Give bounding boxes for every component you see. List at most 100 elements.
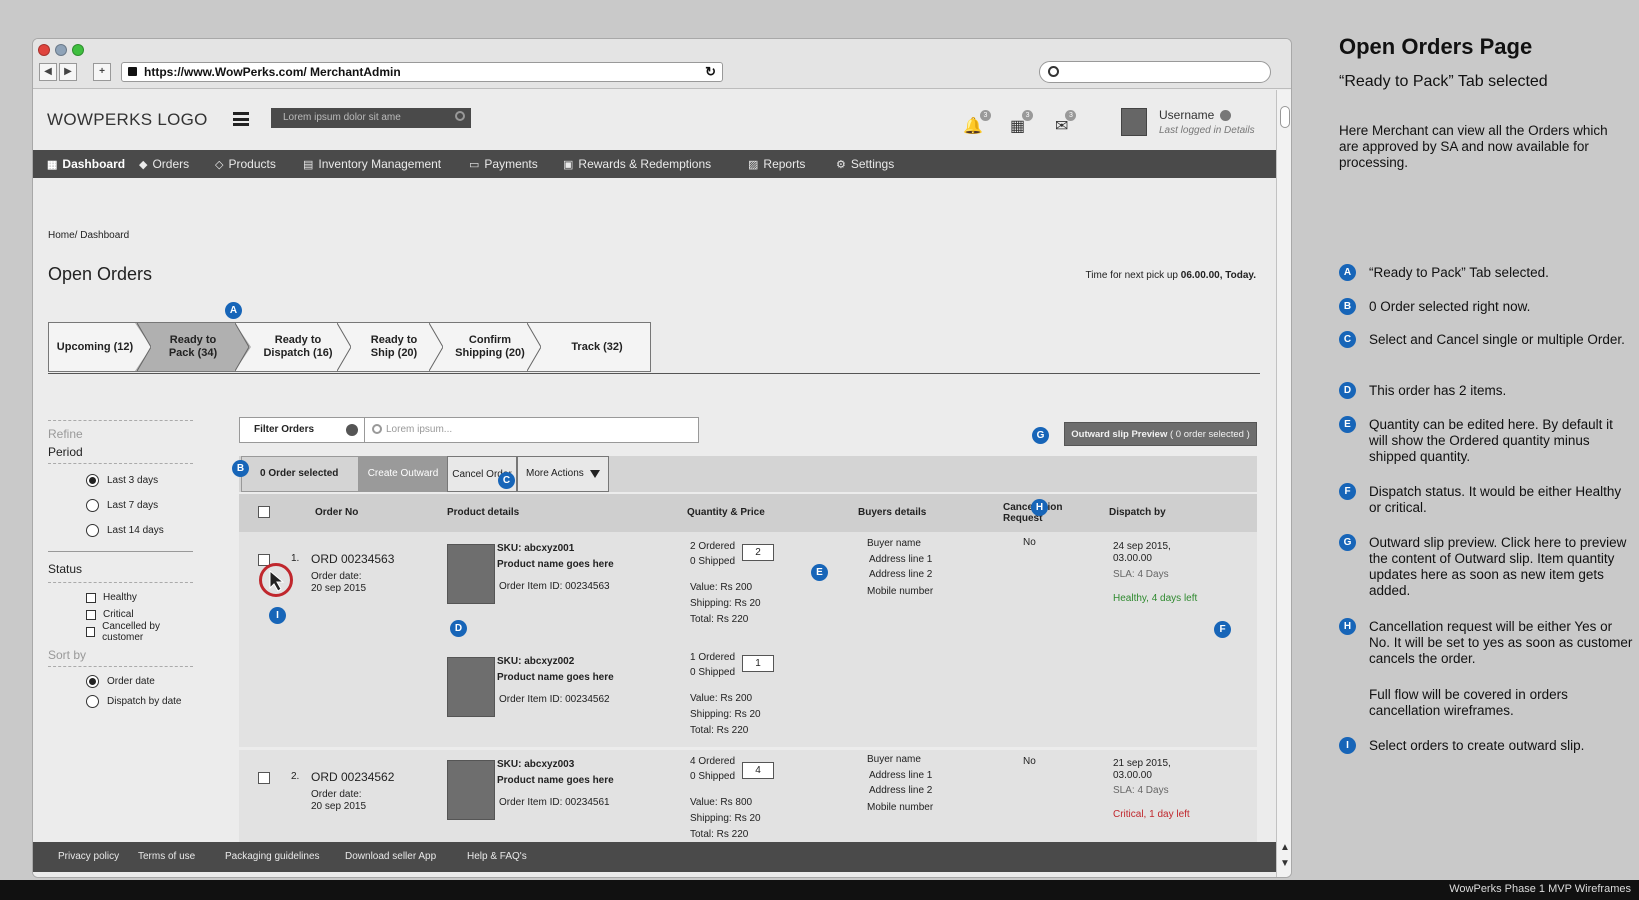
- back-button[interactable]: ◀: [39, 63, 57, 81]
- nav-item-rewards[interactable]: ▣ Rewards & Redemptions: [563, 150, 711, 178]
- sort-order-date[interactable]: Order date: [86, 671, 193, 691]
- hamburger-menu-icon[interactable]: [233, 112, 249, 126]
- more-actions-label: More Actions: [526, 468, 584, 479]
- period-last-14-days[interactable]: Last 14 days: [86, 518, 193, 543]
- checkbox-icon[interactable]: [86, 592, 96, 603]
- radio-icon[interactable]: [86, 499, 99, 512]
- tab-upcoming[interactable]: Upcoming (12): [49, 323, 141, 371]
- nav-item-reports[interactable]: ▨ Reports: [748, 150, 805, 178]
- minimize-window-icon[interactable]: [55, 44, 67, 56]
- radio-label: Order date: [107, 675, 155, 687]
- footer-privacy-link[interactable]: Privacy policy: [58, 842, 119, 872]
- radio-label: Last 3 days: [107, 475, 159, 486]
- logo[interactable]: WOWPERKS LOGO: [47, 110, 208, 130]
- forward-button[interactable]: ▶: [59, 63, 77, 81]
- note-text: Select and Cancel single or multiple Ord…: [1369, 332, 1625, 347]
- order-checkbox[interactable]: [258, 772, 270, 784]
- tab-ready-to-ship[interactable]: Ready to Ship (20): [349, 323, 439, 371]
- product-name[interactable]: Product name goes here: [497, 671, 614, 685]
- tab-track[interactable]: Track (32): [547, 323, 647, 371]
- footer-packaging-link[interactable]: Packaging guidelines: [225, 842, 320, 872]
- checkbox-label: Cancelled by customer: [102, 620, 160, 643]
- marker-g: G: [1032, 427, 1049, 444]
- outward-slip-preview-button[interactable]: Outward slip Preview ( 0 order selected …: [1064, 422, 1257, 446]
- scroll-down-icon[interactable]: ▼: [1280, 858, 1290, 869]
- nav-item-payments[interactable]: ▭ Payments: [469, 150, 538, 178]
- marker-i: I: [1339, 737, 1356, 754]
- tab-divider: [429, 323, 443, 371]
- tab-ready-to-dispatch[interactable]: Ready to Dispatch (16): [249, 323, 347, 371]
- item-shipping: Shipping: Rs 20: [690, 709, 761, 720]
- checkbox-icon[interactable]: [86, 609, 96, 620]
- url-bar[interactable]: https://www.WowPerks.com/ MerchantAdmin …: [121, 62, 723, 82]
- radio-selected-icon[interactable]: [86, 474, 99, 487]
- period-last-3-days[interactable]: Last 3 days: [86, 468, 193, 493]
- nav-item-inventory[interactable]: ▤ Inventory Management: [303, 150, 441, 178]
- nav-item-orders[interactable]: ◆ Orders: [139, 150, 189, 178]
- buyer-mobile: Mobile number: [867, 586, 934, 597]
- sla: SLA: 4 Days: [1113, 785, 1169, 796]
- status-healthy[interactable]: Healthy: [86, 589, 193, 606]
- note-text: Quantity can be edited here. By default …: [1369, 417, 1613, 464]
- reload-icon[interactable]: ↻: [705, 63, 716, 81]
- avatar[interactable]: [1121, 108, 1147, 136]
- order-number[interactable]: ORD 00234562: [311, 770, 394, 784]
- new-tab-button[interactable]: +: [93, 63, 111, 81]
- selected-count: 0 Order selected: [241, 456, 359, 492]
- marker-a: A: [225, 302, 242, 319]
- more-actions-dropdown[interactable]: More Actions: [517, 456, 609, 492]
- tab-confirm-shipping[interactable]: Confirm Shipping (20): [441, 323, 539, 371]
- header-quantity-price: Quantity & Price: [687, 507, 765, 518]
- quantity-input[interactable]: 1: [742, 655, 774, 672]
- maximize-window-icon[interactable]: [72, 44, 84, 56]
- bell-icon[interactable]: 🔔 3: [963, 110, 991, 136]
- product-image[interactable]: [447, 760, 495, 820]
- status-cancelled[interactable]: Cancelled by customer: [86, 620, 193, 643]
- breadcrumb[interactable]: Home/ Dashboard: [48, 230, 129, 241]
- radio-icon[interactable]: [86, 524, 99, 537]
- app-search-input[interactable]: Lorem ipsum dolor sit ame: [271, 108, 471, 128]
- footer-help-link[interactable]: Help & FAQ's: [467, 842, 527, 872]
- scroll-thumb[interactable]: [1280, 106, 1290, 128]
- filter-orders-dropdown[interactable]: Filter Orders: [240, 418, 365, 442]
- buyer-address-1: Address line 1: [869, 554, 933, 565]
- order-item-id: Order Item ID: 00234563: [499, 581, 610, 592]
- checkbox-label: Critical: [103, 609, 134, 620]
- footer-download-link[interactable]: Download seller App: [345, 842, 436, 872]
- outward-count: ( 0 order selected ): [1167, 429, 1250, 440]
- username-menu[interactable]: Username: [1159, 108, 1232, 122]
- sort-dispatch-date[interactable]: Dispatch by date: [86, 691, 193, 711]
- order-item-id: Order Item ID: 00234562: [499, 694, 610, 705]
- vertical-scrollbar[interactable]: ▲ ▼: [1276, 90, 1291, 877]
- quantity-input[interactable]: 2: [742, 544, 774, 561]
- order-number[interactable]: ORD 00234563: [311, 552, 394, 566]
- chevron-down-icon[interactable]: [1220, 110, 1232, 122]
- browser-search-input[interactable]: [1039, 61, 1271, 83]
- nav-item-products[interactable]: ◇ Products: [215, 150, 276, 178]
- filter-search-input[interactable]: Lorem ipsum...: [386, 418, 452, 442]
- action-bar: 0 Order selected Create Outward Cancel O…: [239, 456, 1257, 492]
- product-name[interactable]: Product name goes here: [497, 774, 614, 788]
- create-outward-button[interactable]: Create Outward: [359, 456, 447, 492]
- nav-item-dashboard[interactable]: ▦ Dashboard: [47, 150, 125, 178]
- tab-ready-to-pack[interactable]: Ready to Pack (34): [135, 323, 251, 371]
- calendar-icon[interactable]: ▦ 3: [1010, 110, 1034, 136]
- deck-footer: WowPerks Phase 1 MVP Wireframes: [0, 880, 1639, 900]
- product-image[interactable]: [447, 544, 495, 604]
- table-header: Order No Product details Quantity & Pric…: [239, 494, 1257, 532]
- period-last-7-days[interactable]: Last 7 days: [86, 493, 193, 518]
- product-image[interactable]: [447, 657, 495, 717]
- footer-terms-link[interactable]: Terms of use: [138, 842, 195, 872]
- select-all-checkbox[interactable]: [258, 506, 270, 518]
- quantity-input[interactable]: 4: [742, 762, 774, 779]
- radio-selected-icon[interactable]: [86, 674, 99, 688]
- scroll-up-icon[interactable]: ▲: [1280, 842, 1290, 853]
- radio-icon[interactable]: [86, 694, 99, 708]
- item-value: Value: Rs 800: [690, 797, 753, 808]
- nav-item-settings[interactable]: ⚙ Settings: [836, 150, 894, 178]
- close-window-icon[interactable]: [38, 44, 50, 56]
- mail-icon[interactable]: ✉ 3: [1055, 110, 1077, 136]
- product-name[interactable]: Product name goes here: [497, 558, 614, 572]
- checkbox-icon[interactable]: [86, 626, 96, 637]
- order-index: 1.: [291, 553, 300, 564]
